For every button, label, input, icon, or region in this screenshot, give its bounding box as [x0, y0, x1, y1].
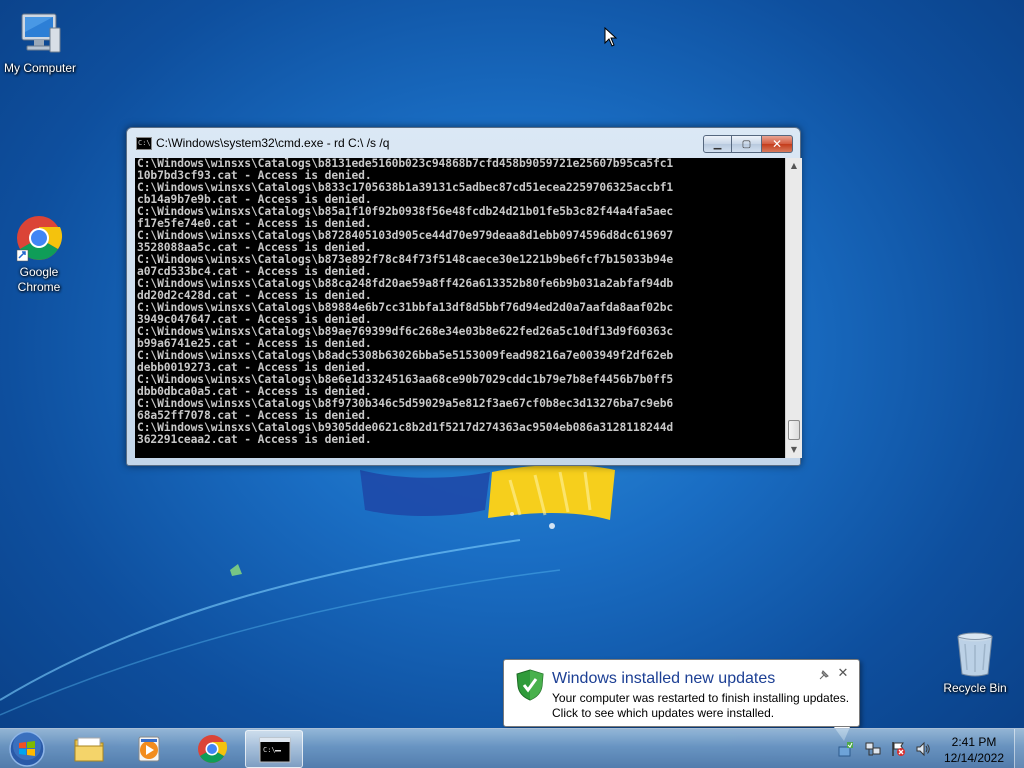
- recycle-bin-icon: [951, 630, 999, 678]
- taskbar-cmd-button[interactable]: C:\: [245, 730, 303, 768]
- cmd-titlebar[interactable]: C:\ C:\Windows\system32\cmd.exe - rd C:\…: [127, 128, 800, 158]
- desktop-icon-google-chrome[interactable]: Google Chrome: [0, 214, 79, 295]
- console-lines: C:\Windows\winsxs\Catalogs\b8131ede5160b…: [137, 158, 777, 446]
- taskbar-chrome-button[interactable]: [183, 730, 241, 768]
- windows-logo-icon: [9, 731, 45, 767]
- notification-title: Windows installed new updates: [552, 670, 776, 687]
- minimize-button[interactable]: ▁: [703, 135, 732, 153]
- window-controls: ▁ ▢ ✕: [703, 135, 793, 154]
- shield-check-icon: [516, 669, 544, 701]
- start-button[interactable]: [5, 730, 49, 768]
- scroll-down-arrow-icon[interactable]: ▼: [786, 442, 802, 458]
- taskbar-media-player-button[interactable]: [120, 730, 178, 768]
- scrollbar-thumb[interactable]: [788, 420, 800, 440]
- cmd-icon: C:\: [259, 737, 291, 763]
- scroll-up-arrow-icon[interactable]: ▲: [786, 158, 802, 174]
- desktop-icon-label: My Computer: [3, 61, 77, 75]
- cmd-icon: C:\: [136, 137, 152, 150]
- notification-line: Click to see which updates were installe…: [552, 706, 775, 720]
- notification-body: Your computer was restarted to finish in…: [552, 691, 849, 721]
- media-player-icon: [138, 736, 160, 762]
- vertical-scrollbar[interactable]: ▲ ▼: [785, 158, 802, 458]
- mouse-cursor-icon: [604, 27, 618, 47]
- clock-time: 2:41 PM: [951, 735, 997, 749]
- clock-date: 12/14/2022: [943, 751, 1005, 765]
- window-title: C:\Windows\system32\cmd.exe - rd C:\ /s …: [156, 136, 390, 150]
- chrome-icon: [198, 735, 228, 763]
- network-icon[interactable]: [865, 741, 881, 757]
- notification-options-icon[interactable]: [818, 669, 830, 681]
- action-center-flag-icon[interactable]: [890, 741, 906, 757]
- windows-update-icon[interactable]: [838, 741, 854, 757]
- close-icon: ✕: [771, 137, 783, 151]
- show-desktop-button[interactable]: [1014, 729, 1024, 768]
- notification-line: Your computer was restarted to finish in…: [552, 691, 850, 705]
- maximize-icon: ▢: [741, 138, 752, 150]
- minimize-icon: ▁: [713, 138, 722, 150]
- folder-icon: [74, 737, 104, 762]
- close-button[interactable]: ✕: [761, 135, 793, 153]
- console-output[interactable]: C:\Windows\winsxs\Catalogs\b8131ede5160b…: [135, 158, 785, 458]
- console-line: 362291ceaa2.cat - Access is denied.: [137, 433, 372, 446]
- maximize-button[interactable]: ▢: [732, 135, 761, 153]
- desktop-icon-my-computer[interactable]: My Computer: [0, 10, 80, 76]
- desktop-icon-recycle-bin[interactable]: Recycle Bin: [935, 630, 1015, 696]
- system-tray: [835, 729, 935, 768]
- cmd-window[interactable]: C:\ C:\Windows\system32\cmd.exe - rd C:\…: [126, 127, 802, 466]
- volume-icon[interactable]: [915, 741, 931, 757]
- notification-close-icon[interactable]: ✕: [836, 666, 850, 680]
- svg-text:C:\: C:\: [263, 746, 276, 754]
- desktop-icon-label: Recycle Bin: [943, 681, 1007, 695]
- computer-icon: [16, 10, 64, 58]
- taskbar-explorer-button[interactable]: [60, 730, 118, 768]
- desktop-icon-label: Google Chrome: [17, 265, 61, 294]
- taskbar-clock[interactable]: 2:41 PM 12/14/2022: [938, 734, 1010, 766]
- chrome-icon: [15, 214, 63, 262]
- taskbar: C:\ 2:41 PM 12/14/2022: [0, 728, 1024, 768]
- update-notification-balloon[interactable]: Windows installed new updates Your compu…: [503, 659, 860, 741]
